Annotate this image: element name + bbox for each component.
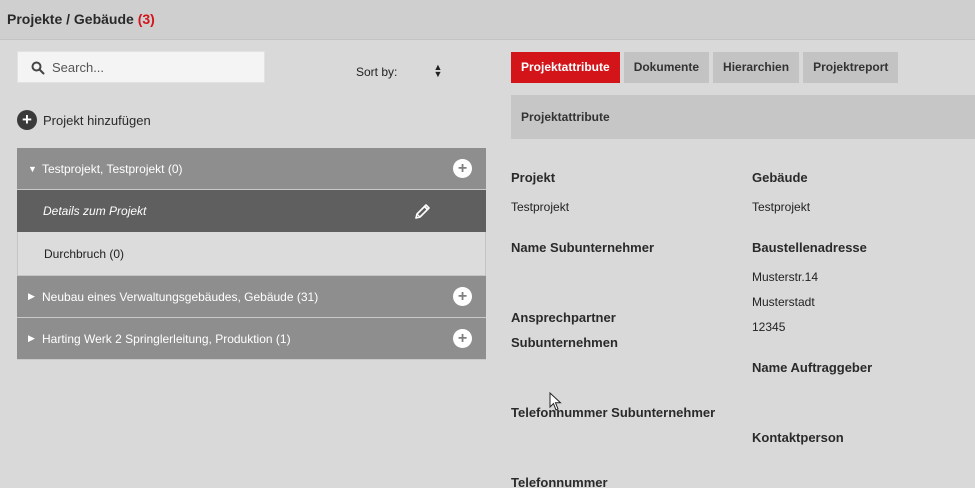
tree-group-harting[interactable]: ▶ Harting Werk 2 Springlerleitung, Produ… [17,318,486,360]
tree-group-label: Harting Werk 2 Springlerleitung, Produkt… [42,331,291,346]
section-title: Projektattribute [521,110,610,124]
telefon-label: Telefonnummer [511,475,608,488]
telefon-sub-label: Telefonnummer Subunternehmer [511,405,716,420]
detail-tabs: Projektattribute Dokumente Hierarchien P… [511,52,899,83]
add-project-label: Projekt hinzufügen [43,112,151,128]
caret-right-icon: ▶ [28,333,35,343]
add-subproject-button[interactable]: + [453,159,472,178]
ansprechpartner-label-2: Subunternehmen [511,335,618,350]
search-input[interactable] [52,52,257,82]
add-project-button[interactable]: + Projekt hinzufügen [17,110,151,130]
tree-group-label: Neubau eines Verwaltungsgebäudes, Gebäud… [42,289,319,304]
baustelle-street: Musterstr.14 [752,270,819,284]
ansprechpartner-label-1: Ansprechpartner [511,310,616,325]
tree-item-durchbruch[interactable]: Durchbruch (0) [17,232,486,276]
baustelle-city: Musterstadt [752,295,815,309]
pencil-icon[interactable] [413,201,433,221]
search-icon [31,61,45,75]
search-box[interactable] [17,51,265,83]
page-title: Projekte / Gebäude (3) [7,11,155,27]
tree-item-label: Durchbruch (0) [44,246,125,261]
add-subproject-button[interactable]: + [453,329,472,348]
page-title-text: Projekte / Gebäude [7,11,134,27]
tree-group-testprojekt[interactable]: ▼ Testprojekt, Testprojekt (0) + [17,148,486,190]
top-bar: Projekte / Gebäude (3) [0,0,975,40]
tree-group-neubau[interactable]: ▶ Neubau eines Verwaltungsgebäudes, Gebä… [17,276,486,318]
tab-projektreport[interactable]: Projektreport [803,52,899,83]
tab-projektattribute[interactable]: Projektattribute [511,52,620,83]
caret-right-icon: ▶ [28,291,35,301]
caret-down-icon: ▼ [28,163,37,174]
tree-item-label: Details zum Projekt [43,204,147,218]
subunternehmer-label: Name Subunternehmer [511,240,655,255]
tab-dokumente[interactable]: Dokumente [623,52,710,83]
tree-group-label: Testprojekt, Testprojekt (0) [42,161,183,176]
baustelle-label: Baustellenadresse [752,240,867,255]
sort-label: Sort by: [356,65,398,79]
projekt-value: Testprojekt [511,200,570,214]
plus-circle-icon: + [17,110,37,130]
section-header: Projektattribute [511,95,975,139]
tab-hierarchien[interactable]: Hierarchien [713,52,800,83]
add-subproject-button[interactable]: + [453,287,472,306]
mouse-cursor-icon [549,392,562,411]
gebaeude-label: Gebäude [752,170,808,185]
kontakt-label: Kontaktperson [752,430,844,445]
projekt-label: Projekt [511,170,556,185]
auftraggeber-label: Name Auftraggeber [752,360,873,375]
project-tree: ▼ Testprojekt, Testprojekt (0) + Details… [17,148,486,360]
gebaeude-value: Testprojekt [752,200,811,214]
sort-toggle-icon[interactable]: ▲ ▼ [428,63,448,79]
tree-item-details[interactable]: Details zum Projekt [17,190,486,232]
baustelle-zip: 12345 [752,320,786,334]
project-count: (3) [137,11,155,27]
